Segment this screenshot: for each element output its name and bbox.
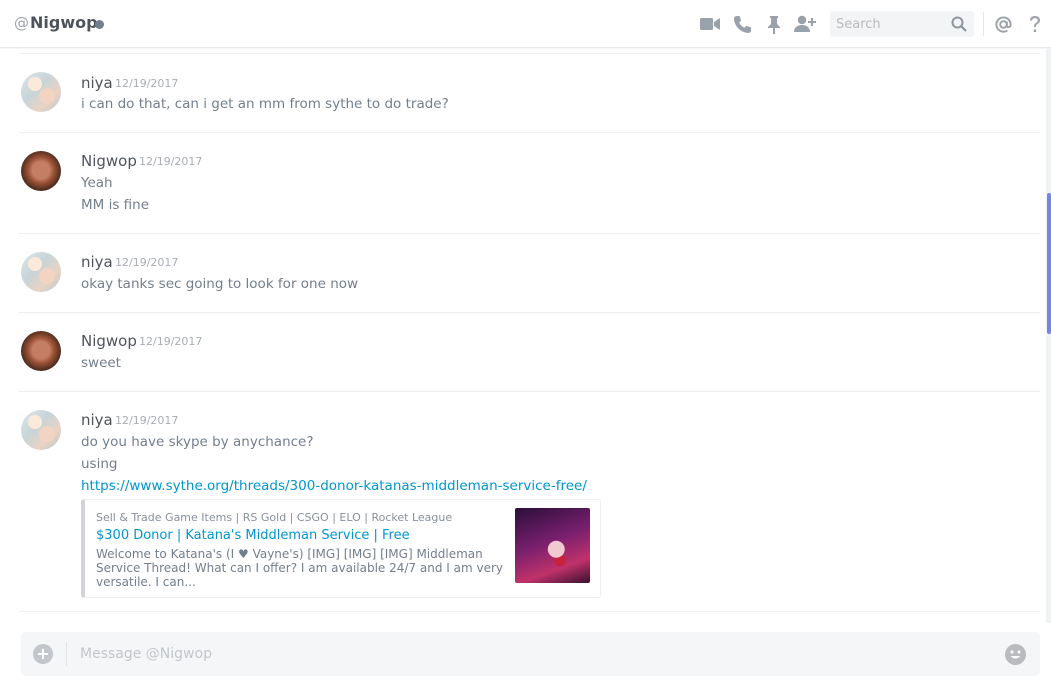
message-text: do you have skype by anychance? bbox=[81, 434, 314, 450]
search-input[interactable]: Search bbox=[830, 11, 974, 37]
message-group: niya 12/19/2017 i can do that, can i get… bbox=[19, 54, 1040, 133]
message-author[interactable]: Nigwop bbox=[81, 152, 137, 170]
search-icon[interactable] bbox=[951, 16, 967, 36]
message-input[interactable]: Message @Nigwop bbox=[80, 646, 212, 662]
embed-title-link[interactable]: $300 Donor | Katana's Middleman Service … bbox=[96, 528, 410, 543]
message-text: using bbox=[81, 456, 118, 472]
voice-call-icon[interactable] bbox=[731, 13, 753, 35]
message-author[interactable]: Nigwop bbox=[81, 332, 137, 350]
avatar[interactable] bbox=[21, 410, 61, 450]
message-timestamp: 12/19/2017 bbox=[139, 155, 203, 168]
composer-divider bbox=[66, 642, 67, 666]
message-text: MM is fine bbox=[81, 197, 150, 213]
channel-header: @ Nigwop Search bbox=[0, 0, 1051, 48]
link-embed: Sell & Trade Game Items | RS Gold | CSGO… bbox=[81, 499, 601, 598]
search-placeholder: Search bbox=[836, 17, 881, 32]
message-author[interactable]: niya bbox=[81, 74, 113, 92]
pin-icon[interactable] bbox=[763, 13, 785, 35]
message-timestamp: 12/19/2017 bbox=[139, 335, 203, 348]
mention-icon[interactable] bbox=[992, 13, 1014, 35]
header-divider bbox=[983, 12, 984, 36]
message-link[interactable]: https://www.sythe.org/threads/300-donor-… bbox=[81, 478, 587, 494]
message-timestamp: 12/19/2017 bbox=[115, 77, 179, 90]
help-icon[interactable] bbox=[1024, 13, 1046, 35]
message-text: i can do that, can i get an mm from syth… bbox=[81, 96, 449, 112]
message-group: Nigwop 12/19/2017 Yeah MM is fine bbox=[19, 133, 1040, 234]
scrollbar-thumb[interactable] bbox=[1047, 193, 1051, 334]
add-friend-icon[interactable] bbox=[794, 13, 816, 35]
message-timestamp: 12/19/2017 bbox=[115, 414, 179, 427]
message-text: sweet bbox=[81, 355, 121, 371]
message-group: Nigwop 12/19/2017 sweet bbox=[19, 313, 1040, 392]
message-author[interactable]: niya bbox=[81, 253, 113, 271]
message-composer[interactable]: + Message @Nigwop bbox=[21, 632, 1040, 676]
avatar[interactable] bbox=[21, 72, 61, 112]
message-link-line: https://www.sythe.org/threads/300-donor-… bbox=[81, 478, 587, 494]
status-indicator bbox=[95, 20, 104, 29]
message-text: Yeah bbox=[81, 175, 113, 191]
embed-description: Welcome to Katana's (I ♥ Vayne's) [IMG] … bbox=[96, 547, 503, 589]
embed-thumbnail[interactable] bbox=[515, 508, 590, 583]
avatar[interactable] bbox=[21, 252, 61, 292]
message-group: niya 12/19/2017 okay tanks sec going to … bbox=[19, 234, 1040, 313]
upload-plus-icon[interactable]: + bbox=[33, 644, 53, 664]
at-symbol: @ bbox=[14, 14, 29, 32]
avatar[interactable] bbox=[21, 331, 61, 371]
video-call-icon[interactable] bbox=[699, 13, 721, 35]
message-author[interactable]: niya bbox=[81, 411, 113, 429]
message-text: okay tanks sec going to look for one now bbox=[81, 276, 359, 292]
message-timestamp: 12/19/2017 bbox=[115, 256, 179, 269]
avatar[interactable] bbox=[21, 151, 61, 191]
scrollbar-track[interactable] bbox=[1046, 48, 1051, 623]
emoji-picker-icon[interactable] bbox=[1005, 644, 1026, 665]
page-title: Nigwop bbox=[30, 13, 98, 32]
embed-provider: Sell & Trade Game Items | RS Gold | CSGO… bbox=[96, 511, 453, 524]
